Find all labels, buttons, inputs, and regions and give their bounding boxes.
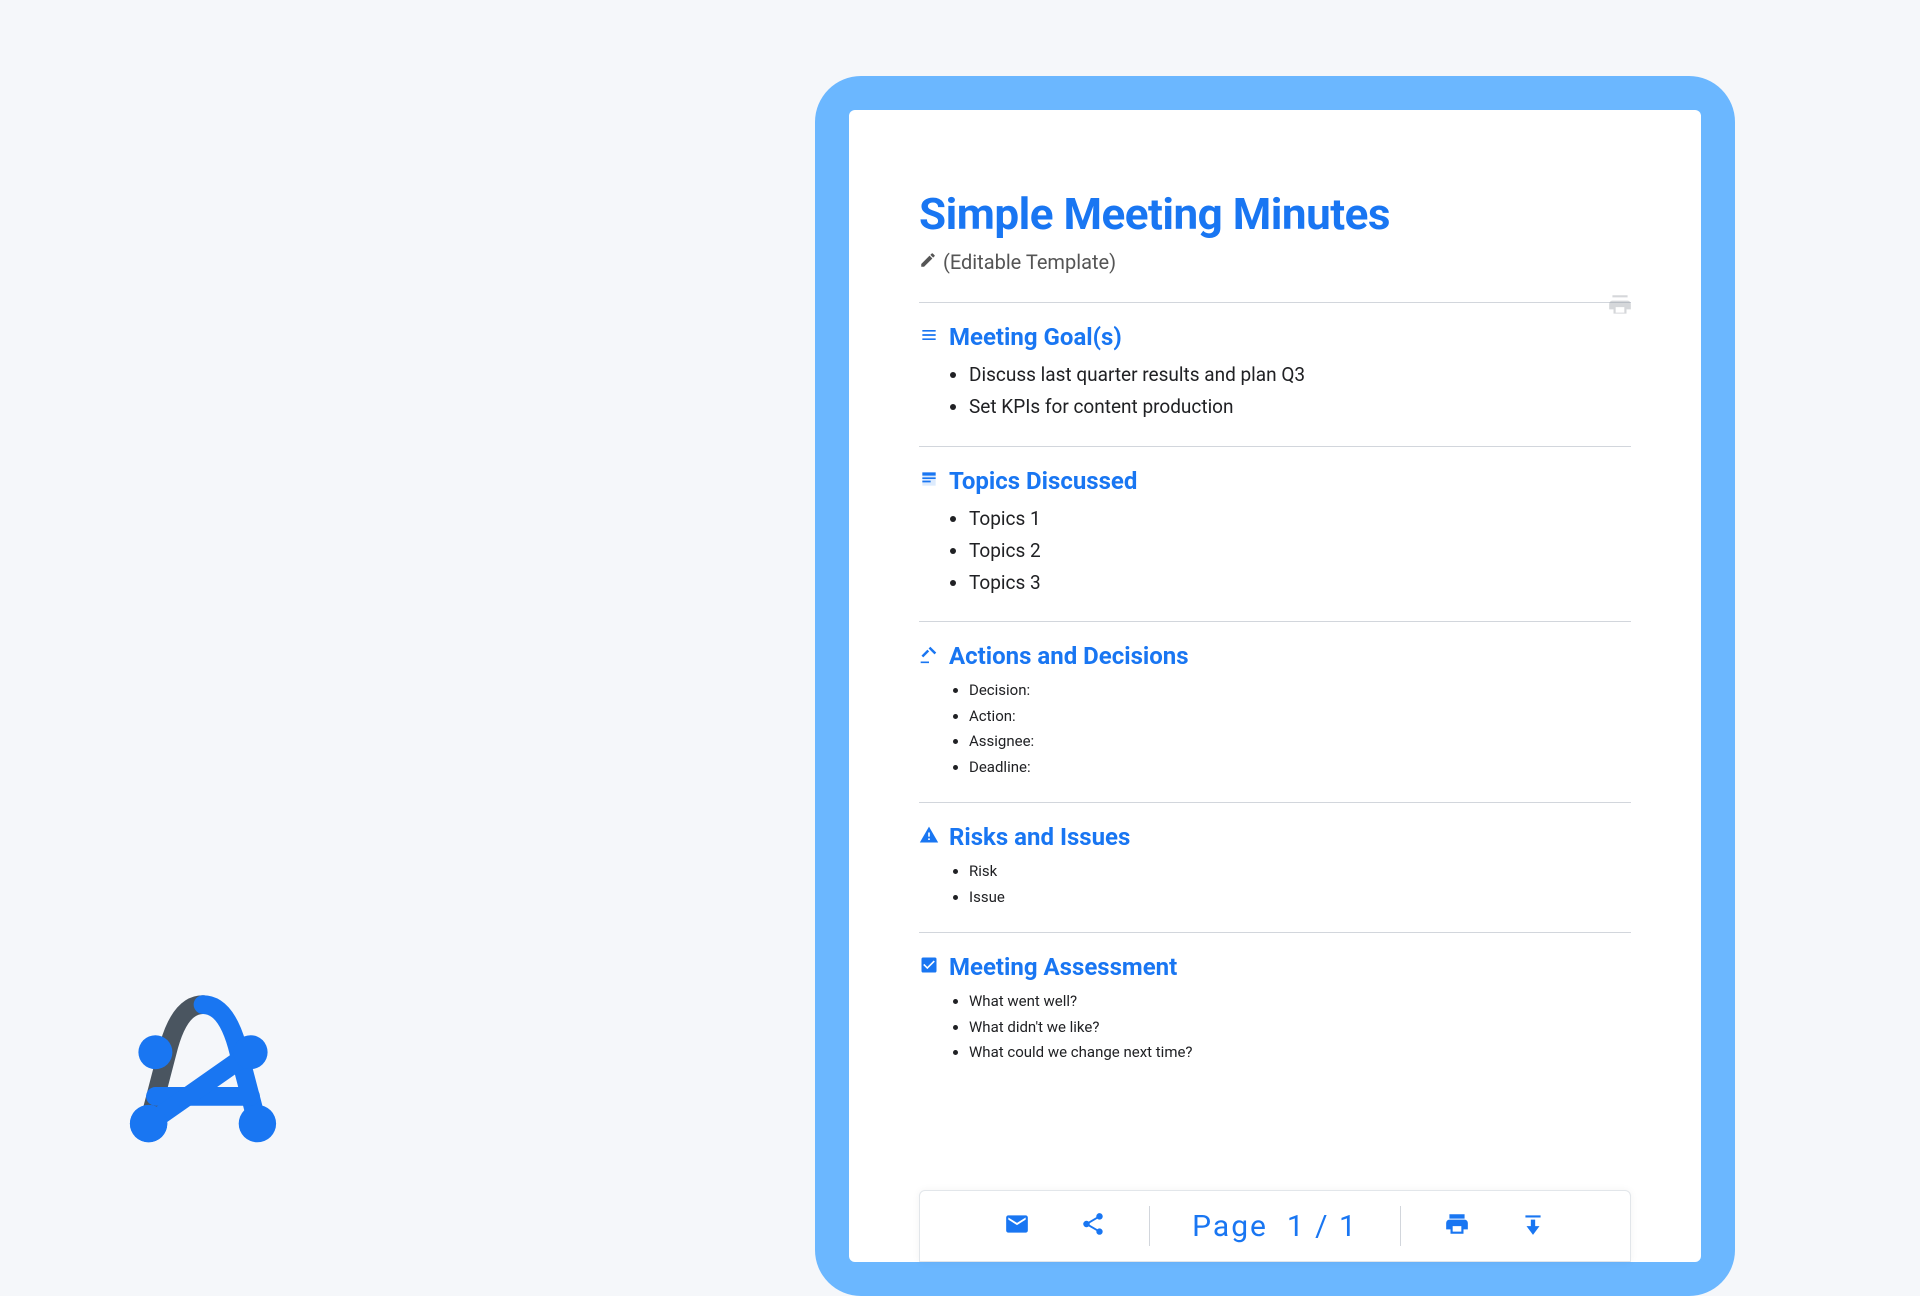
list-item: Issue xyxy=(969,885,1631,911)
document-subtitle: (Editable Template) xyxy=(919,250,1631,274)
download-button[interactable] xyxy=(1513,1206,1553,1246)
mail-icon xyxy=(1004,1211,1030,1241)
checkbox-icon xyxy=(919,953,939,981)
share-button[interactable] xyxy=(1073,1206,1113,1246)
list-item: Topics 3 xyxy=(969,567,1631,599)
document-title: Simple Meeting Minutes xyxy=(919,188,1631,240)
device-frame: Simple Meeting Minutes (Editable Templat… xyxy=(815,76,1735,1296)
notes-icon xyxy=(919,467,939,495)
list-item: Assignee: xyxy=(969,729,1631,755)
download-icon xyxy=(1520,1211,1546,1241)
share-icon xyxy=(1080,1211,1106,1241)
list-item: What went well? xyxy=(969,989,1631,1015)
list-item: What didn't we like? xyxy=(969,1015,1631,1041)
section-assessment: Meeting Assessment What went well? What … xyxy=(919,933,1631,1088)
section-topics-heading: Topics Discussed xyxy=(949,467,1137,495)
toolbar-separator xyxy=(1149,1206,1150,1246)
section-topics: Topics Discussed Topics 1 Topics 2 Topic… xyxy=(919,447,1631,622)
section-risks-heading: Risks and Issues xyxy=(949,823,1130,851)
list-item: Deadline: xyxy=(969,755,1631,781)
print-button[interactable] xyxy=(1437,1206,1477,1246)
page-current: 1 xyxy=(1287,1209,1306,1244)
mail-button[interactable] xyxy=(997,1206,1037,1246)
brand-logo xyxy=(118,991,288,1161)
section-goals-heading: Meeting Goal(s) xyxy=(949,323,1122,351)
list-item: Topics 1 xyxy=(969,503,1631,535)
list-item: Action: xyxy=(969,704,1631,730)
list-item: Topics 2 xyxy=(969,535,1631,567)
section-actions: Actions and Decisions Decision: Action: … xyxy=(919,622,1631,802)
list-item: Discuss last quarter results and plan Q3 xyxy=(969,359,1631,391)
page-indicator: Page 1 / 1 xyxy=(1186,1209,1364,1244)
print-icon xyxy=(1444,1211,1470,1241)
document-toolbar: Page 1 / 1 xyxy=(919,1190,1631,1262)
list-item: Decision: xyxy=(969,678,1631,704)
document-page: Simple Meeting Minutes (Editable Templat… xyxy=(849,110,1701,1262)
warning-icon xyxy=(919,823,939,851)
section-assessment-heading: Meeting Assessment xyxy=(949,953,1177,981)
page-total: 1 xyxy=(1339,1209,1358,1244)
list-item: Set KPIs for content production xyxy=(969,391,1631,423)
document-subtitle-text: (Editable Template) xyxy=(943,250,1116,274)
page-label: Page xyxy=(1192,1209,1268,1244)
list-icon xyxy=(919,323,939,351)
toolbar-separator xyxy=(1400,1206,1401,1246)
section-goals: Meeting Goal(s) Discuss last quarter res… xyxy=(919,303,1631,446)
section-actions-heading: Actions and Decisions xyxy=(949,642,1189,670)
print-preview-icon xyxy=(1607,292,1633,318)
gavel-icon xyxy=(919,642,939,670)
list-item: Risk xyxy=(969,859,1631,885)
section-risks: Risks and Issues Risk Issue xyxy=(919,803,1631,932)
list-item: What could we change next time? xyxy=(969,1040,1631,1066)
page-sep: / xyxy=(1315,1209,1329,1244)
pencil-icon xyxy=(919,250,937,274)
